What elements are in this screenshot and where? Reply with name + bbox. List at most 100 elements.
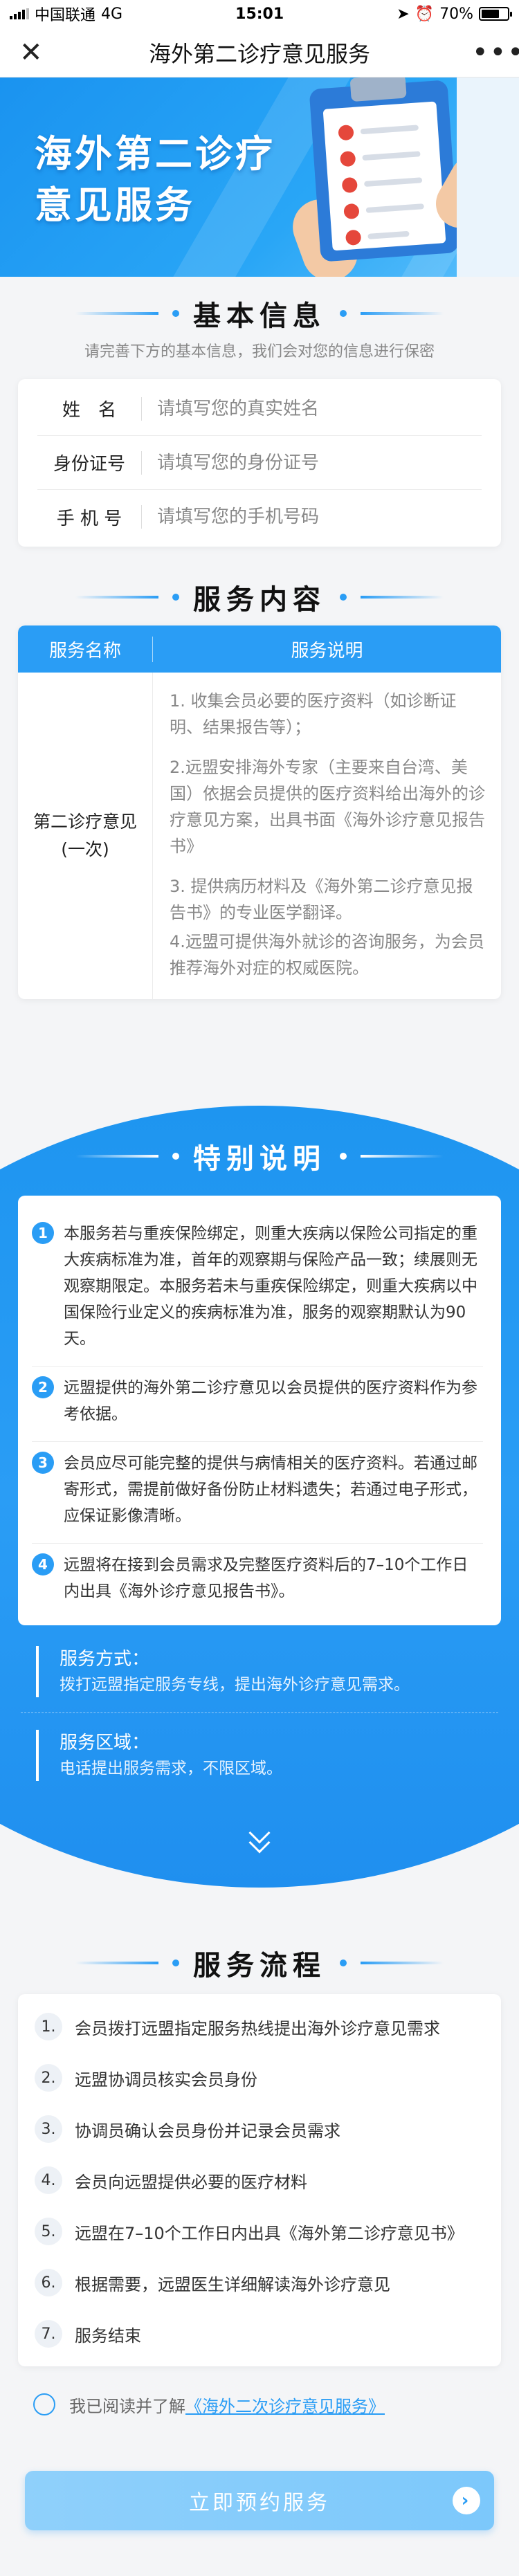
service-flow-section: 服务流程 1. 会员拨打远盟指定服务热线提出海外诊疗意见需求 2. 远盟协调员核实会…: [0, 1939, 519, 2422]
step-text: 协调员确认会员身份并记录会员需求: [75, 2121, 340, 2141]
service-method-title: 服务方式：: [60, 1649, 150, 1670]
service-area-title: 服务区域：: [60, 1733, 150, 1753]
step-number: 4.: [35, 2166, 62, 2194]
step-text: 会员向远盟提供必要的医疗材料: [75, 2172, 307, 2192]
book-service-label: 立即预约服务: [189, 2491, 330, 2515]
note-item: 4 远盟将在接到会员需求及完整医疗资料后的7–10个工作日内出具《海外诊疗意见报…: [32, 1544, 483, 1618]
flow-step: 1. 会员拨打远盟指定服务热线提出海外诊疗意见需求: [35, 2001, 484, 2052]
status-time: 15:01: [235, 5, 284, 23]
service-flow-title: 服务流程: [193, 1950, 326, 1982]
section-title: 服务流程: [0, 1939, 519, 1987]
service-method-block: 服务方式： 拨打远盟指定服务专线，提出海外诊疗意见需求。: [36, 1646, 483, 1697]
info-form: 姓 名 身份证号 手 机 号: [18, 379, 501, 547]
page-title: 海外第二诊疗意见服务: [148, 40, 370, 67]
name-label: 姓 名: [62, 400, 116, 421]
service-content-section: 服务内容 服务名称 服务说明 第二诊疗意见 (一次) 1. 收集会员必要的医疗资…: [0, 573, 519, 999]
basic-info-subtitle: 请完善下方的基本信息，我们会对您的信息进行保密: [84, 343, 435, 360]
battery-icon: [479, 7, 512, 21]
note-item: 3 会员应尽可能完整的提供与病情相关的医疗资料。若通过邮寄形式，需提前做好备份防…: [32, 1442, 483, 1544]
flow-step: 4. 会员向远盟提供必要的医疗材料: [35, 2155, 484, 2206]
status-bar: 中国联通 4G 15:01 ➤ ⏰ 70%: [0, 0, 519, 28]
flow-step: 6. 根据需要，远盟医生详细解读海外诊疗意见: [35, 2257, 484, 2308]
note-item: 2 远盟提供的海外第二诊疗意见以会员提供的医疗资料作为参考依据。: [32, 1367, 483, 1442]
chevron-right-icon: ›: [453, 2487, 480, 2514]
step-number: 7.: [35, 2320, 62, 2348]
special-notes-card: 1 本服务若与重疾保险绑定，则重大疾病以保险公司指定的重大疾病标准为准，首年的观…: [18, 1196, 501, 1625]
id-number-input[interactable]: [157, 452, 482, 473]
status-right: ➤ ⏰ 70%: [397, 5, 512, 23]
hero-banner: 海外第二诊疗 意见服务: [0, 77, 519, 277]
note-item: 1 本服务若与重疾保险绑定，则重大疾病以保险公司指定的重大疾病标准为准，首年的观…: [32, 1212, 483, 1367]
book-service-button[interactable]: 立即预约服务 ›: [25, 2471, 494, 2530]
phone-input[interactable]: [157, 506, 482, 527]
service-flow-list: 1. 会员拨打远盟指定服务热线提出海外诊疗意见需求 2. 远盟协调员核实会员身份 3…: [18, 1994, 501, 2366]
page: 中国联通 4G 15:01 ➤ ⏰ 70% ✕ 海外第二诊疗意见服务 ••• 海…: [0, 0, 519, 2576]
basic-info-title: 基本信息: [193, 300, 326, 332]
note-text: 远盟将在接到会员需求及完整医疗资料后的7–10个工作日内出具《海外诊疗意见报告书…: [64, 1556, 468, 1600]
divider: [21, 1712, 498, 1713]
double-chevron-down-icon[interactable]: [244, 1822, 275, 1854]
service-content-title: 服务内容: [193, 584, 326, 616]
step-number: 3.: [35, 2115, 62, 2143]
service-name-line1: 第二诊疗意见: [33, 812, 137, 832]
special-notes-section: 特别说明 1 本服务若与重疾保险绑定，则重大疾病以保险公司指定的重大疾病标准为准…: [0, 1106, 519, 1888]
status-left: 中国联通 4G: [10, 3, 122, 25]
agreement-checkbox[interactable]: [33, 2393, 55, 2415]
battery-percent: 70%: [439, 5, 473, 23]
banner-title-line1: 海外第二诊疗: [35, 132, 275, 176]
service-table-header: 服务名称 服务说明: [18, 625, 501, 673]
step-number: 2.: [35, 2064, 62, 2092]
clipboard-paper: [322, 101, 446, 251]
agreement-link[interactable]: 《海外二次诊疗意见服务》: [185, 2397, 385, 2416]
step-text: 服务结束: [75, 2326, 141, 2346]
note-number: 3: [32, 1452, 54, 1474]
step-number: 1.: [35, 2013, 62, 2040]
agreement-text: 我已阅读并了解: [69, 2396, 185, 2416]
service-desc-cell: 1. 收集会员必要的医疗资料（如诊断证明、结果报告等）； 2.远盟安排海外专家（…: [153, 673, 501, 999]
service-name-cell: 第二诊疗意见 (一次): [18, 673, 153, 999]
service-desc-item: 3. 提供病历材料及《海外第二诊疗意见报告书》的专业医学翻译。: [170, 877, 473, 922]
more-icon[interactable]: •••: [472, 37, 519, 68]
section-title: 特别说明: [0, 1132, 519, 1180]
battery-fill: [482, 10, 500, 18]
phone-label: 手 机 号: [56, 508, 122, 529]
id-label: 身份证号: [53, 454, 125, 475]
agreement-row: 我已阅读并了解《海外二次诊疗意见服务》: [0, 2387, 519, 2422]
service-area-desc: 电话提出服务需求，不限区域。: [60, 1760, 282, 1778]
note-number: 2: [32, 1376, 54, 1398]
special-notes-title: 特别说明: [193, 1143, 326, 1175]
nav-bar: ✕ 海外第二诊疗意见服务 •••: [0, 28, 519, 77]
service-table: 服务名称 服务说明 第二诊疗意见 (一次) 1. 收集会员必要的医疗资料（如诊断…: [18, 625, 501, 999]
col-service-desc: 服务说明: [291, 640, 363, 661]
service-desc-item: 2.远盟安排海外专家（主要来自台湾、美国）依据会员提供的医疗资料给出海外的诊疗意…: [170, 758, 485, 856]
step-number: 5.: [35, 2218, 62, 2245]
clipboard-clip: [349, 77, 407, 102]
banner-title-line2: 意见服务: [35, 183, 195, 227]
network-label: 4G: [101, 5, 123, 23]
service-method-desc: 拨打远盟指定服务专线，提出海外诊疗意见需求。: [60, 1676, 410, 1694]
service-desc-item: 1. 收集会员必要的医疗资料（如诊断证明、结果报告等）；: [170, 691, 457, 737]
form-row-id: 身份证号: [37, 436, 482, 490]
carrier-label: 中国联通: [35, 7, 96, 24]
note-text: 会员应尽可能完整的提供与病情相关的医疗资料。若通过邮寄形式，需提前做好备份防止材…: [64, 1454, 477, 1525]
location-icon: ➤: [397, 5, 410, 23]
step-text: 远盟在7–10个工作日内出具《海外第二诊疗意见书》: [75, 2223, 464, 2243]
flow-step: 2. 远盟协调员核实会员身份: [35, 2052, 484, 2103]
service-area-block: 服务区域： 电话提出服务需求，不限区域。: [36, 1730, 483, 1781]
banner-side-panel: [457, 77, 519, 277]
step-text: 根据需要，远盟医生详细解读海外诊疗意见: [75, 2274, 390, 2294]
flow-step: 5. 远盟在7–10个工作日内出具《海外第二诊疗意见书》: [35, 2206, 484, 2257]
service-table-row: 第二诊疗意见 (一次) 1. 收集会员必要的医疗资料（如诊断证明、结果报告等）；…: [18, 673, 501, 999]
basic-info-section: 基本信息 请完善下方的基本信息，我们会对您的信息进行保密 姓 名 身份证号 手 …: [0, 289, 519, 547]
flow-step: 3. 协调员确认会员身份并记录会员需求: [35, 2103, 484, 2155]
form-row-phone: 手 机 号: [37, 490, 482, 544]
note-number: 4: [32, 1553, 54, 1575]
form-row-name: 姓 名: [37, 382, 482, 436]
step-number: 6.: [35, 2269, 62, 2296]
clipboard-illustration: [309, 77, 459, 262]
note-number: 1: [32, 1222, 54, 1244]
name-input[interactable]: [157, 398, 482, 419]
close-icon[interactable]: ✕: [19, 37, 47, 68]
signal-icon: [10, 8, 29, 19]
col-service-name: 服务名称: [18, 636, 153, 662]
